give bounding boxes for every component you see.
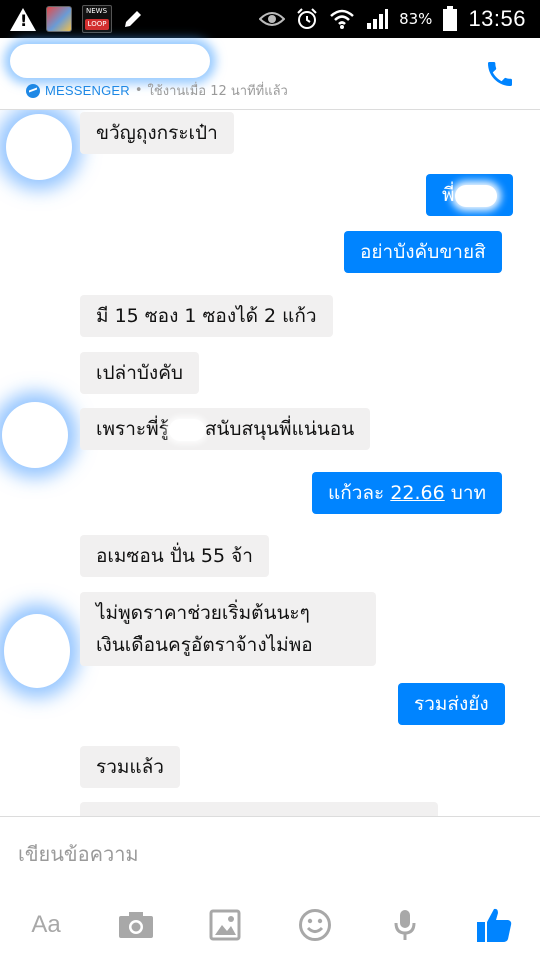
wifi-icon <box>329 8 355 30</box>
aa-label: Aa <box>31 911 61 938</box>
redacted-name <box>168 418 205 441</box>
presence-line: MESSENGER • ใช้งานเมื่อ 12 นาทีที่แล้ว <box>26 80 288 101</box>
gallery-button[interactable] <box>201 903 249 947</box>
camera-icon <box>119 912 153 938</box>
status-bar: NEWS LOOP 83% 13:56 <box>0 0 540 38</box>
clock: 13:56 <box>468 6 526 31</box>
incoming-message[interactable]: ไม่พูดราคาช่วยเริ่มต้นนะๆ เงินเดือนครูอั… <box>80 592 376 666</box>
contact-avatar-redacted <box>2 402 68 468</box>
like-button[interactable] <box>470 903 518 947</box>
outgoing-message[interactable]: แก้วละ 22.66 บาท <box>312 472 503 514</box>
signal-icon <box>365 8 389 30</box>
message-input[interactable] <box>18 839 518 869</box>
price-link[interactable]: 22.66 <box>390 482 444 504</box>
alarm-icon <box>295 7 319 31</box>
messenger-label: MESSENGER <box>45 83 130 98</box>
thumbs-up-icon <box>477 908 512 942</box>
composer-toolbar: Aa <box>0 903 540 947</box>
incoming-message[interactable]: เพราะพี่รู้ สนับสนุนพี่แน่นอน <box>80 408 371 450</box>
separator-dot: • <box>134 83 143 98</box>
news-loop-icon: NEWS LOOP <box>82 5 112 33</box>
last-active-text: ใช้งานเมื่อ 12 นาทีที่แล้ว <box>147 84 288 99</box>
incoming-message[interactable]: ขวัญถุงกระเป๋า <box>80 112 234 154</box>
incoming-message-partial[interactable] <box>80 802 438 816</box>
incoming-message[interactable]: เปล่าบังคับ <box>80 352 199 394</box>
incoming-message[interactable]: มี 15 ซอง 1 ซองได้ 2 แก้ว <box>80 295 333 337</box>
outgoing-message[interactable]: พี่ <box>426 174 513 216</box>
contact-name-redacted[interactable] <box>10 44 210 78</box>
text-format-button[interactable]: Aa <box>22 903 70 947</box>
camera-button[interactable] <box>112 903 160 947</box>
battery-icon <box>442 6 458 32</box>
eye-icon <box>259 10 286 28</box>
voice-button[interactable] <box>381 903 429 947</box>
phone-icon <box>488 62 512 86</box>
incoming-message[interactable]: รวมแล้ว <box>80 746 180 788</box>
battery-percent: 83% <box>399 10 433 28</box>
messenger-icon <box>26 83 40 98</box>
call-button[interactable] <box>482 56 518 92</box>
smiley-icon <box>299 909 331 941</box>
composer: Aa <box>0 816 540 960</box>
microphone-icon <box>394 910 416 940</box>
redacted-name <box>454 184 497 207</box>
contact-avatar-redacted <box>4 614 70 688</box>
outgoing-message[interactable]: อย่าบังคับขายสิ <box>344 231 502 273</box>
pencil-icon <box>122 8 144 30</box>
warning-icon <box>10 7 36 31</box>
app-notification-icon <box>46 6 72 32</box>
message-list[interactable]: ขวัญถุงกระเป๋า พี่ อย่าบังคับขายสิ มี 15… <box>0 110 540 816</box>
conversation-header: MESSENGER • ใช้งานเมื่อ 12 นาทีที่แล้ว <box>0 38 540 110</box>
sticker-button[interactable] <box>291 903 339 947</box>
outgoing-message[interactable]: รวมส่งยัง <box>398 683 505 725</box>
contact-avatar-redacted <box>6 114 72 180</box>
image-icon <box>209 909 241 941</box>
incoming-message[interactable]: อเมซอน ปั่น 55 จ้า <box>80 535 269 577</box>
